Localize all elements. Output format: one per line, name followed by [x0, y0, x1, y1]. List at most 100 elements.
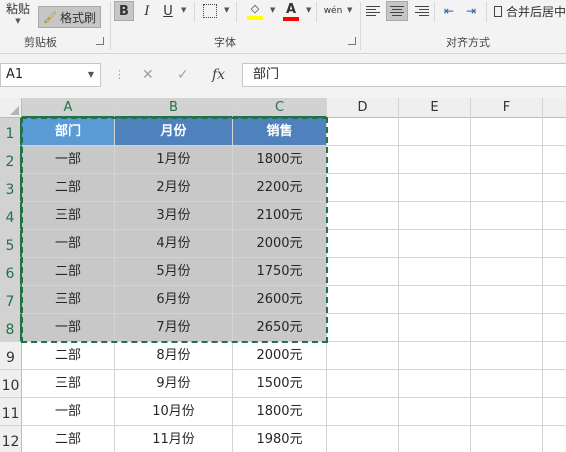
empty-columns[interactable]: [327, 118, 566, 452]
align-right-button[interactable]: [411, 3, 429, 19]
row-header[interactable]: 8: [0, 314, 22, 342]
font-color-button[interactable]: A: [280, 0, 302, 22]
font-color-letter: A: [285, 1, 297, 17]
worksheet-grid: A B C D E F 1 2 3 4 5 6 7 8 9 10 11 12 部…: [0, 98, 566, 452]
row-header[interactable]: 10: [0, 370, 22, 398]
cell-a9[interactable]: 二部: [22, 342, 115, 370]
column-header-g[interactable]: [543, 98, 566, 118]
group-separator: [110, 2, 111, 50]
phonetic-guide-button[interactable]: wén: [322, 0, 344, 22]
row-header[interactable]: 9: [0, 342, 22, 370]
alignment-group-label: 对齐方式: [446, 36, 490, 49]
cell-b6[interactable]: 5月份: [115, 258, 233, 286]
select-all-button[interactable]: [0, 98, 22, 118]
merge-label: 合并后居中: [505, 4, 566, 19]
cell-a1[interactable]: 部门: [22, 118, 115, 146]
row-header[interactable]: 7: [0, 286, 22, 314]
cancel-icon[interactable]: ✕: [142, 63, 154, 87]
paste-button[interactable]: 粘贴 ▼: [0, 0, 36, 28]
cell-c10[interactable]: 1500元: [233, 370, 327, 398]
cell-a5[interactable]: 一部: [22, 230, 115, 258]
formula-bar: A1 ▼ ⋮ ✕ ✓ fx 部门: [0, 54, 566, 98]
enter-icon[interactable]: ✓: [177, 63, 189, 87]
column-header-f[interactable]: F: [471, 98, 543, 118]
row-header[interactable]: 2: [0, 146, 22, 174]
cell-c9[interactable]: 2000元: [233, 342, 327, 370]
cell-b9[interactable]: 8月份: [115, 342, 233, 370]
cell-c3[interactable]: 2200元: [233, 174, 327, 202]
clipboard-launcher-icon[interactable]: [96, 37, 104, 45]
align-left-button[interactable]: [366, 3, 384, 19]
row-header[interactable]: 1: [0, 118, 22, 146]
cell-c6[interactable]: 1750元: [233, 258, 327, 286]
font-group-label: 字体: [214, 36, 236, 49]
cell-a6[interactable]: 二部: [22, 258, 115, 286]
row-header[interactable]: 4: [0, 202, 22, 230]
cell-c1[interactable]: 销售: [233, 118, 327, 146]
phonetic-dropdown-icon[interactable]: ▼: [347, 6, 352, 14]
cell-b7[interactable]: 6月份: [115, 286, 233, 314]
align-center-button[interactable]: [386, 1, 408, 21]
cell-a2[interactable]: 一部: [22, 146, 115, 174]
cell-b1[interactable]: 月份: [115, 118, 233, 146]
cell-a8[interactable]: 一部: [22, 314, 115, 342]
name-box-value: A1: [6, 67, 24, 82]
font-launcher-icon[interactable]: [348, 37, 356, 45]
fill-color-dropdown-icon[interactable]: ▼: [270, 6, 275, 14]
cell-c8[interactable]: 2650元: [233, 314, 327, 342]
column-header-b[interactable]: B: [115, 98, 233, 118]
italic-button[interactable]: I: [138, 1, 156, 21]
column-header-c[interactable]: C: [233, 98, 327, 118]
name-box[interactable]: A1 ▼: [0, 63, 101, 87]
cell-c12[interactable]: 1980元: [233, 426, 327, 452]
formula-input[interactable]: 部门: [242, 63, 566, 87]
bold-button[interactable]: B: [114, 1, 134, 21]
paste-dropdown-icon[interactable]: ▼: [15, 17, 20, 25]
more-options-icon[interactable]: ⋮: [114, 63, 125, 87]
format-painter-label: 格式刷: [59, 10, 96, 25]
row-header[interactable]: 12: [0, 426, 22, 452]
underline-button[interactable]: U: [159, 1, 177, 21]
row-header[interactable]: 5: [0, 230, 22, 258]
column-header-e[interactable]: E: [399, 98, 471, 118]
column-header-a[interactable]: A: [22, 98, 115, 118]
brush-icon: 🖌: [43, 10, 57, 24]
cell-a4[interactable]: 三部: [22, 202, 115, 230]
cell-c11[interactable]: 1800元: [233, 398, 327, 426]
font-color-swatch: [283, 16, 299, 21]
cell-a10[interactable]: 三部: [22, 370, 115, 398]
cell-c4[interactable]: 2100元: [233, 202, 327, 230]
increase-indent-icon[interactable]: ⇥: [462, 2, 480, 20]
borders-icon[interactable]: [203, 4, 217, 18]
group-separator: [236, 2, 237, 22]
insert-function-button[interactable]: fx: [212, 63, 225, 87]
borders-dropdown-icon[interactable]: ▼: [224, 6, 229, 14]
name-box-dropdown-icon[interactable]: ▼: [88, 64, 94, 86]
format-painter-button[interactable]: 🖌 格式刷: [38, 6, 101, 28]
merge-center-button[interactable]: 合并后居中: [494, 1, 566, 21]
cell-a11[interactable]: 一部: [22, 398, 115, 426]
decrease-indent-icon[interactable]: ⇤: [440, 2, 458, 20]
cell-a3[interactable]: 二部: [22, 174, 115, 202]
cell-b3[interactable]: 2月份: [115, 174, 233, 202]
cell-a12[interactable]: 二部: [22, 426, 115, 452]
cell-c5[interactable]: 2000元: [233, 230, 327, 258]
cell-b2[interactable]: 1月份: [115, 146, 233, 174]
cell-c2[interactable]: 1800元: [233, 146, 327, 174]
group-separator: [434, 2, 435, 22]
cell-b4[interactable]: 3月份: [115, 202, 233, 230]
cell-b10[interactable]: 9月份: [115, 370, 233, 398]
cell-a7[interactable]: 三部: [22, 286, 115, 314]
font-color-dropdown-icon[interactable]: ▼: [306, 6, 311, 14]
fill-color-button[interactable]: ◇: [244, 0, 266, 22]
row-header[interactable]: 3: [0, 174, 22, 202]
cell-b5[interactable]: 4月份: [115, 230, 233, 258]
cell-c7[interactable]: 2600元: [233, 286, 327, 314]
row-header[interactable]: 6: [0, 258, 22, 286]
row-header[interactable]: 11: [0, 398, 22, 426]
cell-b8[interactable]: 7月份: [115, 314, 233, 342]
cell-b12[interactable]: 11月份: [115, 426, 233, 452]
cell-b11[interactable]: 10月份: [115, 398, 233, 426]
column-header-d[interactable]: D: [327, 98, 399, 118]
underline-dropdown-icon[interactable]: ▼: [181, 6, 186, 14]
